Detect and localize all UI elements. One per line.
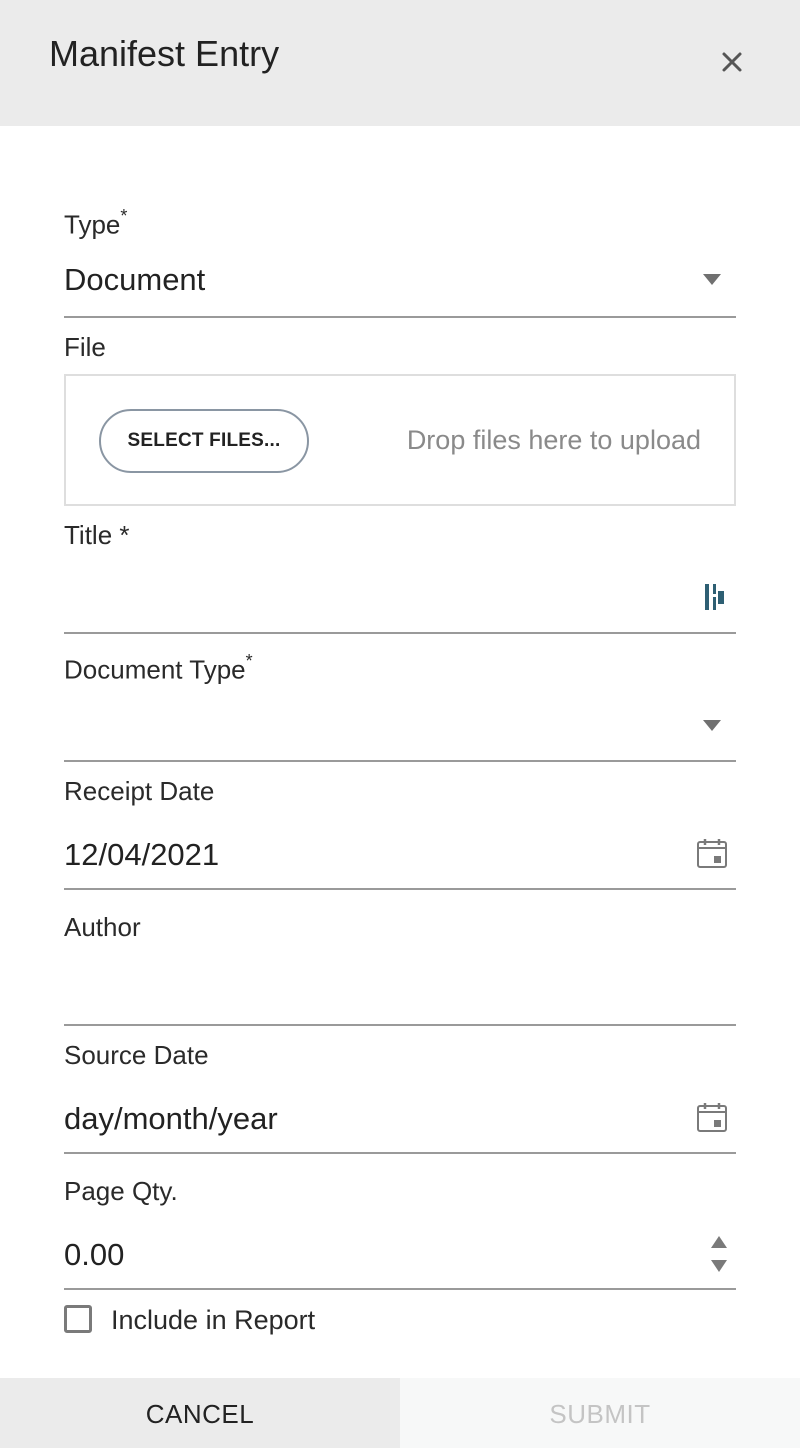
receipt-date-label: Receipt Date	[64, 776, 215, 806]
dialog-header: Manifest Entry	[0, 0, 800, 126]
select-files-button[interactable]: SELECT FILES...	[99, 409, 309, 473]
close-icon	[722, 52, 742, 72]
receipt-date-value: 12/04/2021	[64, 837, 220, 872]
author-input[interactable]	[64, 958, 736, 1026]
type-required-mark: *	[120, 206, 128, 226]
source-date-placeholder: day/month/year	[64, 1101, 278, 1136]
type-select[interactable]: Document	[64, 252, 736, 318]
author-label: Author	[64, 912, 141, 942]
calendar-icon[interactable]	[696, 1101, 728, 1138]
title-label: Title *	[64, 520, 130, 550]
password-manager-icon[interactable]	[704, 582, 726, 617]
document-type-label: Document Type*	[64, 647, 253, 686]
dropdown-arrow-icon	[702, 272, 722, 291]
manifest-entry-dialog: Manifest Entry Type* Document File SELEC…	[0, 0, 800, 1448]
close-button[interactable]	[712, 42, 752, 82]
page-qty-value: 0.00	[64, 1237, 125, 1272]
source-date-label: Source Date	[64, 1040, 209, 1070]
title-input[interactable]	[64, 566, 736, 634]
spinner-arrows-icon[interactable]	[710, 1234, 728, 1279]
drop-files-hint: Drop files here to upload	[406, 425, 701, 455]
file-label: File	[64, 332, 106, 362]
include-in-report-label: Include in Report	[111, 1305, 316, 1335]
document-type-label-text: Document Type	[64, 654, 246, 685]
dropdown-arrow-icon	[702, 718, 722, 737]
type-select-value: Document	[64, 262, 206, 297]
type-label-text: Type	[64, 209, 121, 240]
calendar-icon[interactable]	[696, 837, 728, 874]
type-label: Type*	[64, 202, 127, 241]
cancel-button[interactable]: CANCEL	[0, 1378, 400, 1448]
document-type-required-mark: *	[245, 651, 253, 671]
include-in-report-checkbox[interactable]	[64, 1305, 92, 1333]
submit-button[interactable]: SUBMIT	[400, 1378, 800, 1448]
receipt-date-input[interactable]: 12/04/2021	[64, 822, 736, 890]
file-drop-zone[interactable]: SELECT FILES... Drop files here to uploa…	[64, 374, 736, 506]
page-qty-label: Page Qty.	[64, 1176, 178, 1206]
document-type-select[interactable]	[64, 694, 736, 762]
page-qty-input[interactable]: 0.00	[64, 1222, 736, 1290]
source-date-input[interactable]: day/month/year	[64, 1086, 736, 1154]
dialog-title: Manifest Entry	[49, 33, 280, 74]
dialog-footer: CANCEL SUBMIT	[0, 1378, 800, 1448]
